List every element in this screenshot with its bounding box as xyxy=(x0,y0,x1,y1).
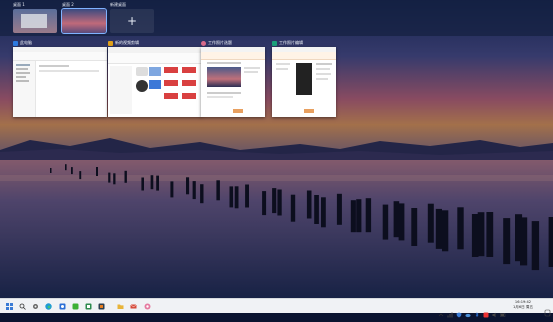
clock-date: 1月6日 周五 xyxy=(512,305,534,309)
window-title: 新的视频剪辑 xyxy=(115,40,139,45)
window-card-photo-editor[interactable]: 工作照片编辑 xyxy=(272,39,336,117)
battery-icon[interactable] xyxy=(500,303,506,317)
bluetooth-icon[interactable] xyxy=(474,303,480,318)
paint-icon[interactable] xyxy=(58,302,66,310)
window-preview xyxy=(272,47,336,117)
image-viewer-icon[interactable] xyxy=(84,302,92,310)
folder-icon xyxy=(13,40,18,46)
plus-icon[interactable]: + xyxy=(110,9,154,33)
wechat-icon[interactable] xyxy=(71,302,79,310)
volume-icon[interactable] xyxy=(492,303,498,318)
office-icon[interactable] xyxy=(97,302,105,310)
taskbar: 16:19:42 1月6日 周五 xyxy=(0,298,553,318)
search-icon[interactable] xyxy=(18,302,26,310)
system-clock[interactable]: 16:19:42 1月6日 周五 xyxy=(508,300,538,310)
chevron-up-icon[interactable] xyxy=(438,303,444,317)
video-app-icon xyxy=(108,40,113,46)
security-icon[interactable] xyxy=(456,303,462,318)
settings-icon[interactable] xyxy=(31,302,39,310)
window-preview xyxy=(201,47,265,117)
input-method-icon[interactable] xyxy=(483,303,489,318)
file-explorer-icon[interactable] xyxy=(116,302,124,310)
new-desktop-label: 新建桌面 xyxy=(110,2,126,7)
mail-icon[interactable] xyxy=(129,302,137,310)
virtual-desktops-bar: 桌面 1 桌面 2 新建桌面 + xyxy=(0,0,553,36)
window-card-video-editor[interactable]: 新的视频剪辑 xyxy=(108,39,202,117)
windows-start-icon[interactable] xyxy=(5,302,13,310)
window-card-photo-picker[interactable]: 工作照片选题 xyxy=(201,39,265,117)
photos-icon xyxy=(201,40,206,46)
window-preview xyxy=(108,47,202,117)
cloud-icon[interactable] xyxy=(465,303,471,318)
window-title: 工作照片选题 xyxy=(208,40,232,45)
window-title: 此电脑 xyxy=(20,40,32,45)
window-title: 工作照片编辑 xyxy=(279,40,303,45)
desktop-2-label: 桌面 2 xyxy=(62,2,74,7)
image-editor-icon xyxy=(272,40,277,46)
window-preview xyxy=(13,47,107,117)
desktop-1-label: 桌面 1 xyxy=(13,2,25,7)
window-card-this-pc[interactable]: 此电脑 xyxy=(13,39,107,117)
edge-browser-icon[interactable] xyxy=(44,302,52,310)
notification-icon[interactable] xyxy=(544,302,551,317)
desktop-2-thumbnail[interactable] xyxy=(61,8,107,34)
photos-app-icon[interactable] xyxy=(143,302,151,310)
network-icon[interactable] xyxy=(447,303,453,318)
desktop-1-thumbnail[interactable] xyxy=(13,9,57,33)
